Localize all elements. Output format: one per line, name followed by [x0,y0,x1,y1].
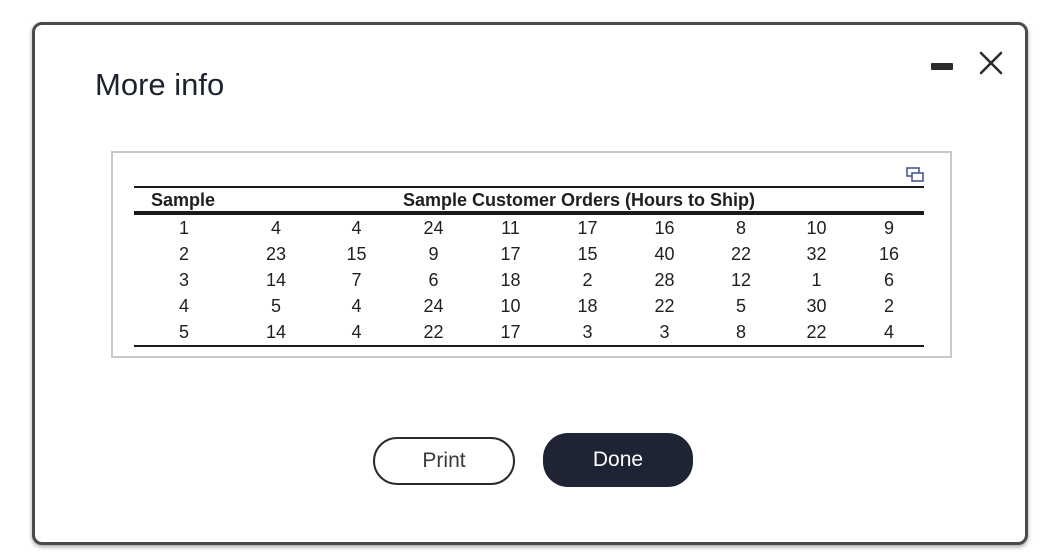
order-cell: 40 [654,243,675,264]
sample-cell: 3 [178,269,189,290]
order-cell: 22 [806,321,827,342]
order-cell: 17 [500,321,521,342]
order-cell: 22 [423,321,444,342]
table-row: 2 23 15 9 17 15 40 22 32 16 [134,241,924,267]
order-cell: 4 [351,217,362,238]
order-cell: 4 [351,295,362,316]
order-cell: 16 [654,217,675,238]
column-header-sample: Sample [151,189,216,210]
table-row: 5 14 4 22 17 3 3 8 22 4 [134,319,924,346]
order-cell: 18 [577,295,598,316]
order-cell: 24 [423,217,444,238]
order-cell: 1 [811,269,822,290]
order-cell: 24 [423,295,444,316]
popout-icon[interactable] [905,166,925,184]
minimize-icon[interactable] [931,63,953,70]
order-cell: 22 [654,295,675,316]
order-cell: 6 [428,269,439,290]
order-cell: 28 [654,269,675,290]
order-cell: 8 [735,321,746,342]
order-cell: 32 [806,243,827,264]
order-cell: 4 [270,217,281,238]
order-cell: 16 [878,243,900,264]
order-cell: 23 [265,243,287,264]
order-cell: 18 [500,269,521,290]
order-cell: 4 [351,321,362,342]
sample-cell: 5 [178,321,189,342]
order-cell: 11 [501,217,520,238]
more-info-dialog: More info Sample Sample Customer Orders … [32,22,1028,545]
order-cell: 22 [730,243,752,264]
order-cell: 10 [806,217,827,238]
table-row: 4 5 4 24 10 18 22 5 30 2 [134,293,924,319]
order-cell: 9 [428,243,439,264]
dialog-title: More info [95,67,225,102]
close-icon[interactable] [977,49,1005,77]
done-button[interactable]: Done [543,433,693,487]
order-cell: 5 [735,295,746,316]
order-cell: 30 [806,295,827,316]
sample-cell: 2 [178,243,189,264]
data-table-frame: Sample Sample Customer Orders (Hours to … [111,151,952,358]
order-cell: 8 [735,217,746,238]
table-row: 1 4 4 24 11 17 16 8 10 9 [134,213,924,241]
order-cell: 5 [270,295,281,316]
order-cell: 3 [659,321,670,342]
print-button[interactable]: Print [373,437,515,485]
orders-table: Sample Sample Customer Orders (Hours to … [134,186,924,347]
order-cell: 12 [730,269,752,290]
order-cell: 17 [577,217,598,238]
order-cell: 17 [500,243,521,264]
sample-cell: 4 [178,295,189,316]
table-header-row: Sample Sample Customer Orders (Hours to … [134,187,924,213]
sample-cell: 1 [178,217,189,238]
order-cell: 10 [500,295,521,316]
order-cell: 6 [883,269,894,290]
order-cell: 7 [351,269,362,290]
order-cell: 4 [883,321,894,342]
order-cell: 14 [265,321,287,342]
order-cell: 9 [883,217,894,238]
order-cell: 14 [265,269,287,290]
order-cell: 3 [582,321,593,342]
order-cell: 15 [346,243,367,264]
order-cell: 2 [582,269,593,290]
table-row: 3 14 7 6 18 2 28 12 1 6 [134,267,924,293]
order-cell: 2 [883,295,894,316]
column-header-orders: Sample Customer Orders (Hours to Ship) [402,189,756,210]
order-cell: 15 [577,243,598,264]
